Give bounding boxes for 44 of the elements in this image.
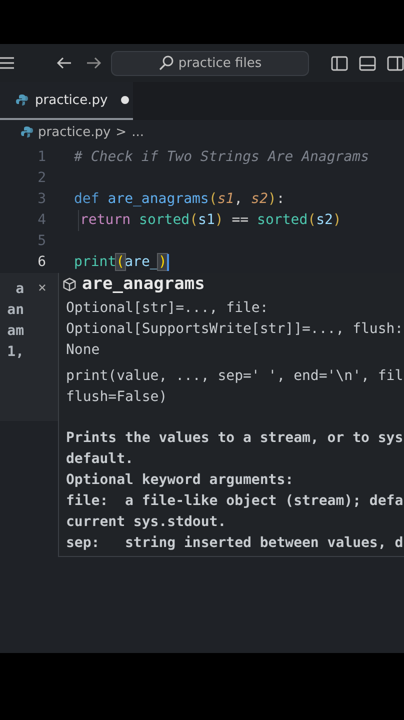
line-number: 5 (36, 232, 46, 251)
breadcrumb-item[interactable]: ... (132, 124, 144, 140)
documentation-line: flush=False) (66, 388, 168, 407)
documentation-line: None (66, 341, 100, 360)
panel-text: a (16, 280, 24, 299)
documentation-line: file: a file-like object (stream); defa (66, 492, 404, 511)
forward-arrow-icon[interactable] (86, 56, 102, 70)
unsaved-dot (120, 96, 129, 104)
line-number: 2 (36, 169, 46, 188)
search-field[interactable]: practice files (111, 50, 309, 76)
breadcrumb-separator: > (116, 124, 127, 140)
documentation-line: Optional[str]=..., file: (66, 299, 268, 318)
documentation-line: print(value, ..., sep=' ', end='\n', fil (66, 367, 404, 386)
sidebar-toggle-icon[interactable] (331, 56, 348, 70)
python-icon (16, 94, 28, 106)
panel-text: an (7, 301, 24, 320)
documentation-line: Optional[SupportsWrite[str]]=..., flush: (66, 320, 404, 339)
breadcrumb-item[interactable]: practice.py (38, 124, 111, 140)
editor-tab[interactable]: practice.py (0, 82, 133, 120)
panel-text: 1, (7, 343, 24, 362)
menu-icon[interactable] (0, 56, 14, 70)
back-arrow-icon[interactable] (56, 56, 72, 70)
panel-text: am (7, 322, 24, 341)
line-number: 4 (36, 211, 46, 230)
line-number: 3 (36, 190, 46, 209)
documentation-line: sep: string inserted between values, d (66, 534, 404, 553)
line-number: 1 (36, 148, 46, 167)
search-icon (158, 55, 174, 71)
documentation-line: Optional keyword arguments: (66, 471, 294, 490)
suggestion-label[interactable]: are_anagrams (82, 274, 205, 294)
documentation-line: default. (66, 450, 134, 469)
code-line: return sorted(s1) == sorted(s2) (80, 211, 342, 230)
line-number: 6 (36, 253, 46, 272)
documentation-line: Prints the values to a stream, or to sys (66, 429, 404, 448)
code-line: print(are_) (74, 253, 167, 272)
documentation-line: current sys.stdout. (66, 513, 226, 532)
secondary-sidebar-icon[interactable] (387, 56, 404, 70)
text-cursor (166, 254, 169, 271)
python-icon (21, 126, 33, 138)
code-line: def are_anagrams(s1, s2): (74, 190, 285, 209)
panel-toggle-icon[interactable] (359, 56, 376, 70)
cube-icon (62, 276, 77, 292)
close-button[interactable]: × (38, 279, 46, 297)
code-line: # Check if Two Strings Are Anagrams (74, 148, 370, 167)
